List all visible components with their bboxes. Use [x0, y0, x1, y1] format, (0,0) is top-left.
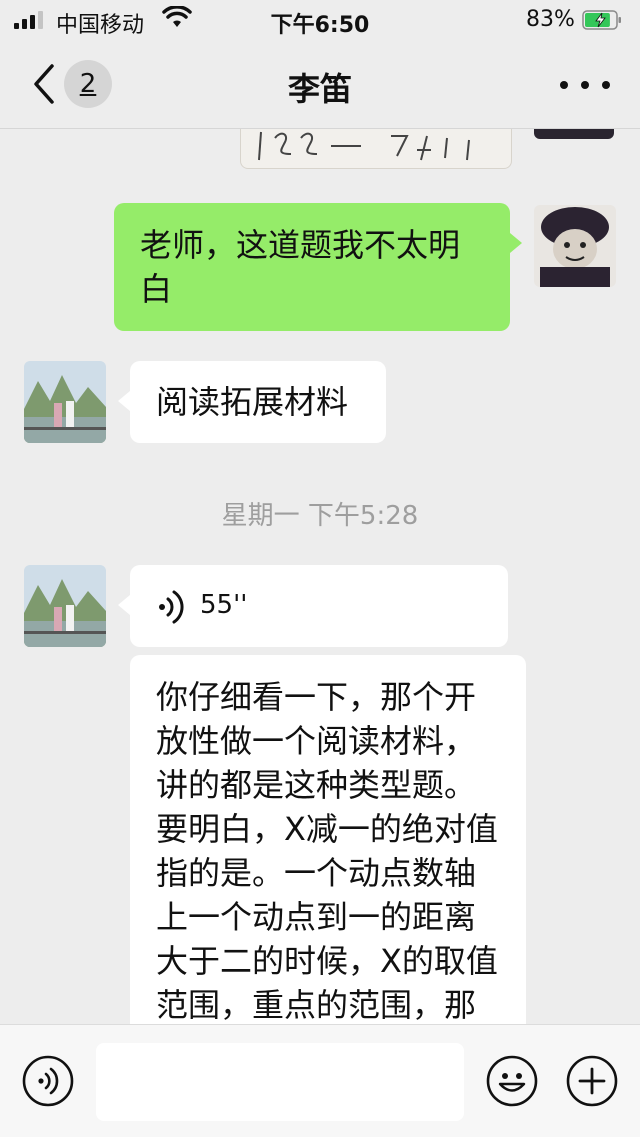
emoji-icon[interactable]	[486, 1055, 538, 1107]
more-dots-icon[interactable]	[560, 70, 610, 100]
battery-charging-icon	[582, 10, 621, 30]
avatar-image	[534, 205, 616, 287]
message-list[interactable]: 老师，这道题我不太明白 阅读拓展材料 星期一 下午5:28 55'' 你仔细看一…	[0, 129, 640, 1024]
message-bubble-self[interactable]: 老师，这道题我不太明白	[114, 203, 510, 331]
voice-message-bubble[interactable]: 55''	[130, 565, 508, 647]
message-bubble-contact[interactable]: 阅读拓展材料	[130, 361, 386, 443]
plus-icon[interactable]	[566, 1055, 618, 1107]
contact-avatar[interactable]	[24, 361, 106, 443]
image-message[interactable]	[240, 129, 512, 169]
contact-avatar[interactable]	[24, 565, 106, 647]
self-avatar[interactable]	[534, 129, 614, 139]
voice-mode-icon[interactable]	[22, 1055, 74, 1107]
time-separator: 星期一 下午5:28	[221, 501, 419, 531]
status-bar: 中国移动 下午6:50 83%	[0, 0, 640, 40]
handwriting-image	[258, 131, 470, 161]
voice-wave-icon	[159, 590, 184, 624]
message-text: 阅读拓展材料	[156, 383, 349, 421]
message-text: 老师，这道题我不太明白	[140, 226, 461, 308]
voice-duration: 55''	[200, 590, 248, 620]
chat-title: 李笛	[287, 70, 352, 108]
avatar-image	[24, 565, 106, 647]
message-input[interactable]	[96, 1043, 464, 1121]
chat-header: 2 李笛	[0, 40, 640, 129]
battery-percent: 83%	[526, 7, 575, 32]
avatar-image	[24, 361, 106, 443]
message-bubble-contact[interactable]: 你仔细看一下，那个开放性做一个阅读材料，讲的都是这种类型题。要明白，X减一的绝对…	[130, 655, 526, 1024]
self-avatar[interactable]	[534, 205, 616, 287]
message-text: 你仔细看一下，那个开放性做一个阅读材料，讲的都是这种类型题。要明白，X减一的绝对…	[156, 678, 498, 1024]
input-bar	[0, 1024, 640, 1137]
